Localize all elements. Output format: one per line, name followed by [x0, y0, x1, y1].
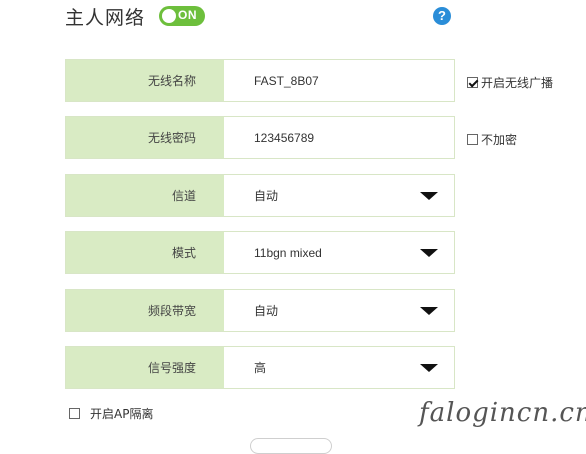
toggle-knob	[162, 9, 177, 23]
ap-isolation-checkbox-icon[interactable]	[69, 408, 80, 419]
signal-strength-row: 信号强度 高	[65, 346, 455, 389]
signal-strength-select[interactable]: 高	[224, 347, 454, 388]
mode-select[interactable]: 11bgn mixed	[224, 232, 454, 273]
password-label: 无线密码	[66, 117, 224, 158]
help-icon[interactable]: ?	[433, 7, 451, 25]
signal-strength-label: 信号强度	[66, 347, 224, 388]
save-button[interactable]	[250, 438, 332, 454]
bandwidth-select[interactable]: 自动	[224, 290, 454, 331]
bandwidth-value: 自动	[254, 304, 279, 318]
no-encryption-option[interactable]: 不加密	[467, 131, 517, 148]
broadcast-checkbox-icon[interactable]	[467, 77, 478, 88]
bandwidth-label: 频段带宽	[66, 290, 224, 331]
caret-down-icon[interactable]	[420, 249, 438, 257]
ssid-label: 无线名称	[66, 60, 224, 101]
ap-isolation-option[interactable]: 开启AP隔离	[69, 405, 153, 422]
channel-row: 信道 自动	[65, 174, 455, 217]
caret-down-icon[interactable]	[420, 364, 438, 372]
no-encryption-label: 不加密	[481, 133, 518, 147]
caret-down-icon[interactable]	[420, 307, 438, 315]
host-network-header: 主人网络 ON	[65, 3, 206, 29]
no-encryption-checkbox-icon[interactable]	[467, 134, 478, 145]
toggle-label: ON	[178, 8, 198, 22]
broadcast-label: 开启无线广播	[481, 76, 554, 90]
mode-label: 模式	[66, 232, 224, 273]
bandwidth-row: 频段带宽 自动	[65, 289, 455, 332]
signal-strength-value: 高	[254, 361, 267, 375]
channel-select[interactable]: 自动	[224, 175, 454, 216]
host-network-toggle[interactable]: ON	[159, 6, 206, 26]
ssid-row: 无线名称 FAST_8B07	[65, 59, 455, 102]
broadcast-option[interactable]: 开启无线广播	[467, 74, 553, 91]
password-input[interactable]: 123456789	[224, 117, 454, 158]
caret-down-icon[interactable]	[420, 192, 438, 200]
ap-isolation-label: 开启AP隔离	[90, 407, 154, 421]
password-row: 无线密码 123456789	[65, 116, 455, 159]
ssid-input[interactable]: FAST_8B07	[224, 60, 454, 101]
channel-value: 自动	[254, 189, 279, 203]
channel-label: 信道	[66, 175, 224, 216]
watermark: falogincn.cn	[419, 398, 586, 428]
mode-value: 11bgn mixed	[254, 245, 322, 260]
page-title: 主人网络	[65, 6, 146, 29]
mode-row: 模式 11bgn mixed	[65, 231, 455, 274]
